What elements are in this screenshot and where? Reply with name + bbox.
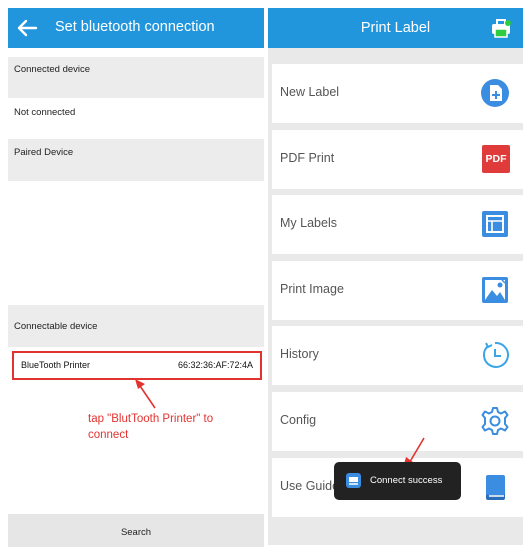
connected-device-header: Connected device [8, 57, 264, 98]
menu-item-label: Print Image [280, 282, 344, 296]
menu-item-pdf-print[interactable]: PDF Print PDF [272, 130, 523, 189]
connection-status: Not connected [14, 107, 76, 118]
history-icon [483, 341, 509, 368]
page-title: Set bluetooth connection [55, 19, 215, 35]
pdf-icon: PDF [482, 145, 510, 173]
gear-icon [481, 407, 509, 435]
menu-item-print-image[interactable]: Print Image [272, 261, 523, 320]
connect-success-toast: Connect success [334, 462, 461, 500]
device-name: BlueTooth Printer [21, 360, 91, 370]
menu-item-config[interactable]: Config [272, 392, 523, 451]
image-icon [482, 277, 508, 303]
menu-item-label: History [280, 347, 319, 361]
menu-item-label: PDF Print [280, 151, 335, 165]
bluetooth-settings-screen: Set bluetooth connection Connected devic… [8, 8, 264, 547]
menu-item-new-label[interactable]: New Label [272, 64, 523, 123]
print-label-screen: Print Label New Label PDF Print PDF My L… [268, 8, 523, 545]
app-icon [346, 473, 361, 488]
connectable-device-header: Connectable device [8, 305, 264, 347]
book-icon [486, 475, 505, 500]
search-button[interactable]: Search [8, 514, 264, 547]
page-title: Print Label [360, 20, 431, 36]
app-bar: Print Label [268, 8, 523, 48]
device-mac-address: 66:32:36:AF:72:4A [177, 360, 253, 370]
menu-item-label: Use Guide [280, 479, 340, 493]
annotation-line-2: connect [88, 429, 129, 441]
menu-item-label: Config [280, 413, 317, 427]
toast-message: Connect success [370, 475, 443, 486]
menu-item-label: New Label [280, 85, 340, 99]
annotation-line-1: tap "BlutTooth Printer" to [88, 413, 214, 425]
annotation-text: tap "BlutTooth Printer" to connect [88, 411, 258, 443]
menu-item-label: My Labels [280, 216, 337, 230]
back-arrow-icon[interactable] [16, 18, 38, 38]
printer-icon[interactable] [489, 17, 513, 39]
menu-item-my-labels[interactable]: My Labels [272, 195, 523, 254]
device-row-bluetooth-printer[interactable]: BlueTooth Printer 66:32:36:AF:72:4A [12, 351, 262, 380]
menu-item-history[interactable]: History [272, 326, 523, 385]
app-bar: Set bluetooth connection [8, 8, 264, 48]
annotation-arrow-icon [135, 379, 156, 409]
paired-device-header: Paired Device [8, 139, 264, 181]
my-labels-icon [482, 211, 508, 237]
new-label-icon [481, 79, 509, 107]
